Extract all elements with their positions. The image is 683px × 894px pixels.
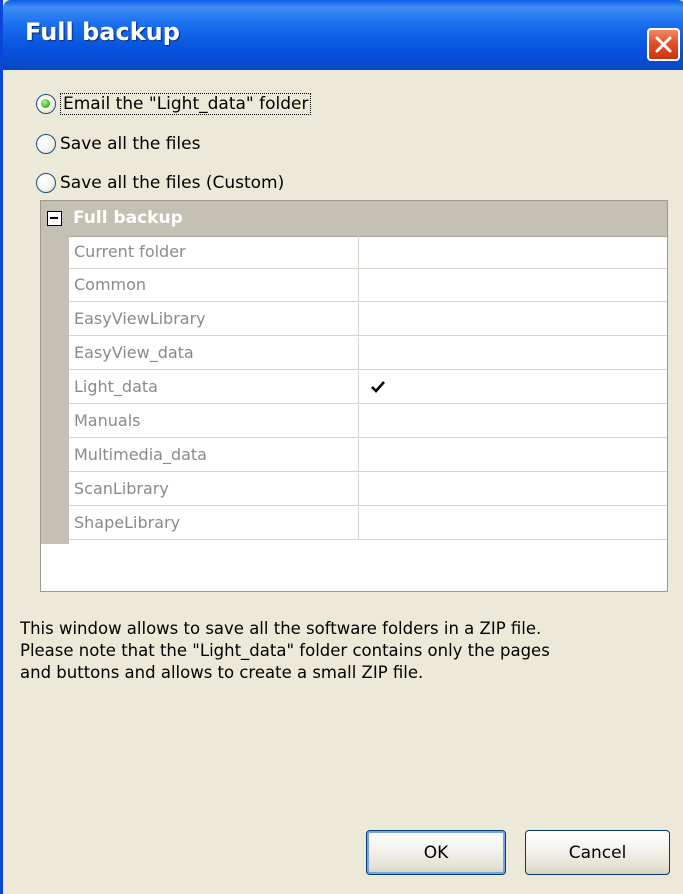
folder-name: ShapeLibrary xyxy=(69,507,359,540)
folder-value[interactable] xyxy=(359,507,667,540)
folder-value[interactable] xyxy=(359,303,667,336)
folder-property-grid: Full backup Current folder Common EasyVi… xyxy=(40,200,668,592)
grid-gutter xyxy=(41,236,69,544)
close-button[interactable] xyxy=(647,28,680,61)
folder-value[interactable] xyxy=(359,473,667,506)
folder-row-multimedia-data[interactable]: Multimedia_data xyxy=(69,439,667,472)
folder-row-easyview-data[interactable]: EasyView_data xyxy=(69,337,667,370)
folder-name: Light_data xyxy=(69,371,359,404)
folder-name: ScanLibrary xyxy=(69,473,359,506)
option-label: Save all the files (Custom) xyxy=(60,173,285,193)
option-save-all-files[interactable]: Save all the files xyxy=(36,131,200,157)
radio-unselected-icon[interactable] xyxy=(36,134,56,154)
folder-row-light-data[interactable]: Light_data xyxy=(69,371,667,404)
dialog-body: Email the "Light_data" folder Save all t… xyxy=(6,70,683,894)
collapse-minus-icon[interactable] xyxy=(47,211,62,226)
ok-button[interactable]: OK xyxy=(366,830,506,875)
folder-row-scanlibrary[interactable]: ScanLibrary xyxy=(69,473,667,506)
folder-name: EasyViewLibrary xyxy=(69,303,359,336)
folder-value[interactable] xyxy=(359,337,667,370)
cancel-button[interactable]: Cancel xyxy=(525,830,670,875)
folder-row-manuals[interactable]: Manuals xyxy=(69,405,667,438)
folder-row-easyviewlibrary[interactable]: EasyViewLibrary xyxy=(69,303,667,336)
radio-unselected-icon[interactable] xyxy=(36,173,56,193)
folder-name: Manuals xyxy=(69,405,359,438)
folder-value[interactable] xyxy=(359,269,667,302)
window-title: Full backup xyxy=(25,18,180,46)
folder-value[interactable] xyxy=(359,405,667,438)
folder-value[interactable] xyxy=(359,236,667,269)
folder-row-common[interactable]: Common xyxy=(69,269,667,302)
folder-name: Common xyxy=(69,269,359,302)
option-email-light-data[interactable]: Email the "Light_data" folder xyxy=(36,91,312,117)
folder-row-current-folder[interactable]: Current folder xyxy=(69,236,667,269)
option-label: Email the "Light_data" folder xyxy=(60,93,312,115)
option-label: Save all the files xyxy=(60,134,201,154)
description-line: and buttons and allows to create a small… xyxy=(20,663,424,682)
folder-name: Current folder xyxy=(69,236,359,269)
close-icon xyxy=(655,36,672,53)
description-line: This window allows to save all the softw… xyxy=(20,619,542,638)
title-bar[interactable]: Full backup xyxy=(3,0,683,70)
checkmark-icon xyxy=(371,381,385,393)
option-save-all-custom[interactable]: Save all the files (Custom) xyxy=(36,170,284,196)
folder-value[interactable] xyxy=(359,439,667,472)
folder-name: Multimedia_data xyxy=(69,439,359,472)
category-label: Full backup xyxy=(73,208,183,228)
tree-category-header[interactable]: Full backup xyxy=(41,201,667,237)
folder-value[interactable] xyxy=(359,371,667,404)
folder-row-shapelibrary[interactable]: ShapeLibrary xyxy=(69,507,667,540)
full-backup-dialog: Full backup Email the "Light_data" folde… xyxy=(0,0,683,894)
folder-name: EasyView_data xyxy=(69,337,359,370)
description-text: This window allows to save all the softw… xyxy=(20,618,680,684)
radio-selected-icon[interactable] xyxy=(36,94,56,114)
description-line: Please note that the "Light_data" folder… xyxy=(20,641,550,660)
